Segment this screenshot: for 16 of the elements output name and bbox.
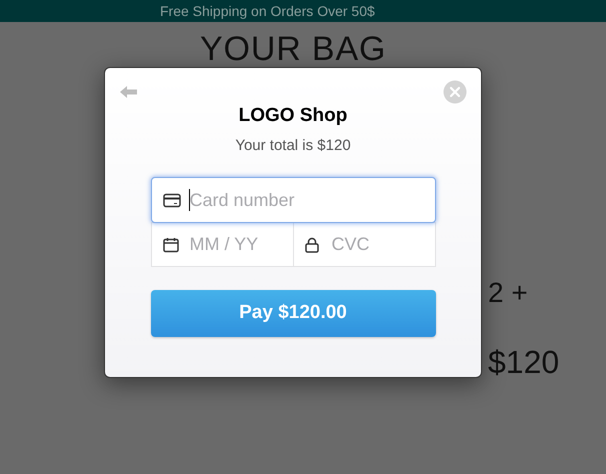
dialog-title: LOGO Shop bbox=[238, 104, 348, 128]
total-price: $120 bbox=[488, 344, 560, 380]
banner-text: Free Shipping on Orders Over 50$ bbox=[160, 4, 375, 18]
page-title: YOUR BAG bbox=[200, 30, 386, 68]
dialog-subtitle: Your total is $120 bbox=[235, 136, 351, 156]
calendar-icon bbox=[162, 236, 178, 252]
card-number-field[interactable]: Card number bbox=[150, 177, 436, 223]
expiry-field[interactable]: MM / YY bbox=[150, 222, 294, 267]
card-icon bbox=[162, 192, 180, 208]
back-arrow-icon[interactable] bbox=[119, 84, 139, 100]
close-icon[interactable] bbox=[443, 80, 467, 104]
text-cursor bbox=[188, 189, 190, 211]
cvc-field[interactable]: CVC bbox=[292, 222, 436, 267]
lock-icon bbox=[304, 236, 318, 252]
pay-button[interactable]: Pay $120.00 bbox=[150, 290, 436, 337]
quantity-text: 2 + bbox=[488, 277, 528, 308]
